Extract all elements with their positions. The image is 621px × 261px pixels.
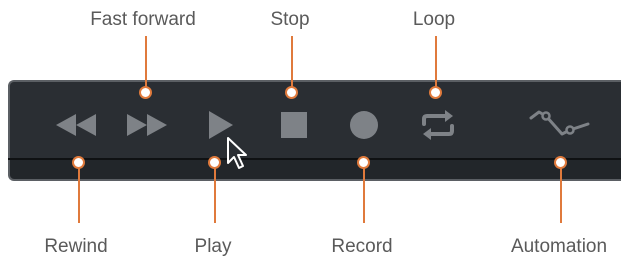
callout-line-record (363, 163, 365, 223)
record-button[interactable] (349, 110, 379, 140)
label-automation: Automation (510, 236, 608, 257)
rewind-button[interactable] (53, 111, 99, 139)
callout-line-play (214, 163, 216, 223)
label-rewind: Rewind (44, 236, 108, 257)
rewind-icon (56, 114, 96, 136)
label-fast-forward: Fast forward (90, 9, 196, 30)
label-loop: Loop (412, 9, 456, 30)
automation-icon (529, 110, 590, 136)
transport-lower-strip (10, 160, 621, 179)
label-record: Record (331, 236, 393, 257)
stop-button[interactable] (280, 111, 308, 139)
automation-button[interactable] (528, 106, 592, 142)
loop-icon (422, 110, 454, 140)
callout-dot-automation (554, 156, 567, 169)
callout-line-automation (560, 163, 562, 223)
callout-line-rewind (78, 163, 80, 223)
callout-dot-fast-forward (139, 86, 152, 99)
callout-line-fast-forward (145, 36, 147, 89)
callout-dot-stop (285, 86, 298, 99)
callout-line-stop (291, 36, 293, 89)
callout-dot-rewind (72, 156, 85, 169)
label-play: Play (194, 236, 232, 257)
label-stop: Stop (270, 9, 310, 30)
mouse-cursor-icon (227, 137, 251, 176)
fast-forward-icon (127, 114, 167, 136)
tutorial-figure: Fast forward Stop Loop Rewind Play Recor… (0, 0, 621, 261)
record-icon (350, 111, 378, 139)
callout-dot-loop (429, 86, 442, 99)
stop-icon (281, 112, 307, 138)
callout-line-loop (435, 36, 437, 89)
callout-dot-record (357, 156, 370, 169)
fast-forward-button[interactable] (124, 111, 170, 139)
callout-dot-play (208, 156, 221, 169)
loop-button[interactable] (419, 107, 457, 143)
